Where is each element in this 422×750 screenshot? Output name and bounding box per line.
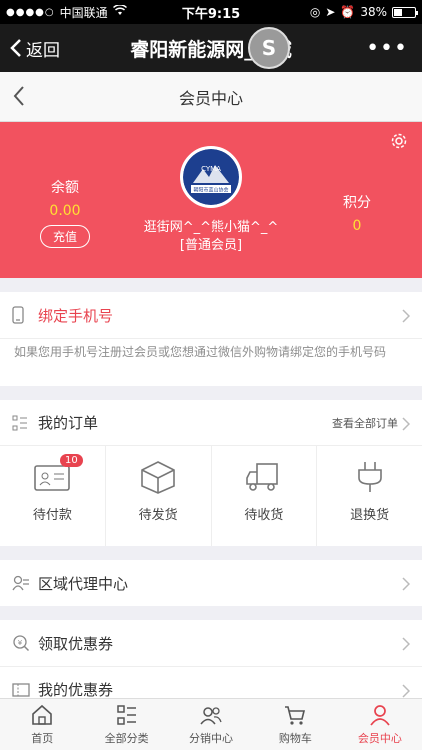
- area-agent-title: 区域代理中心: [38, 574, 129, 593]
- back-label: 返回: [26, 40, 60, 61]
- chevron-left-icon: [13, 86, 24, 106]
- chevron-right-icon: [402, 576, 411, 595]
- truck-icon: [246, 463, 278, 491]
- avatar[interactable]: CYMA 朝阳市蓝山协会: [180, 146, 242, 208]
- bind-phone-description: 如果您用手机号注册过会员或您想通过微信外购物请绑定您的手机号码: [0, 338, 422, 361]
- order-status-label: 待收货: [244, 508, 284, 523]
- order-pending-payment[interactable]: 10 待付款: [0, 446, 106, 546]
- alarm-icon: ⏰: [340, 5, 356, 19]
- tab-label: 首页: [31, 732, 54, 745]
- chevron-left-icon: [10, 39, 21, 57]
- points-label: 积分: [343, 195, 371, 211]
- agent-icon: [12, 574, 34, 592]
- view-all-orders-link[interactable]: 查看全部订单: [332, 415, 398, 431]
- member-level: [普通会员]: [179, 238, 243, 253]
- balance-value: 0.00: [49, 203, 81, 219]
- more-icon[interactable]: •••: [366, 36, 422, 61]
- my-coupon-title: 我的优惠券: [38, 681, 114, 698]
- tab-label: 会员中心: [357, 732, 402, 745]
- area-agent-row[interactable]: 区域代理中心: [0, 560, 422, 606]
- chevron-right-icon: [402, 416, 411, 435]
- svg-text:¥: ¥: [18, 639, 23, 647]
- bind-phone-row[interactable]: 绑定手机号: [0, 292, 422, 338]
- my-coupon-row[interactable]: 我的优惠券: [0, 666, 422, 698]
- chevron-right-icon: [402, 636, 411, 655]
- settings-gear-icon[interactable]: [390, 132, 408, 154]
- battery-icon: [392, 6, 418, 18]
- avatar-logo-text: CYMA: [201, 165, 221, 173]
- points-value: 0: [352, 218, 362, 234]
- recharge-button[interactable]: 充值: [39, 225, 90, 248]
- points-block: 积分 0: [322, 192, 392, 234]
- order-pending-shipment[interactable]: 待发货: [106, 446, 212, 546]
- distribution-icon: [200, 707, 222, 725]
- page-title: 会员中心: [178, 88, 243, 108]
- battery-percent: 38%: [360, 5, 387, 19]
- category-icon: [116, 705, 136, 725]
- plug-icon: [357, 462, 382, 492]
- location-icon: ➤: [325, 5, 336, 19]
- wifi-icon: [112, 4, 127, 19]
- member-icon: [370, 705, 390, 726]
- pending-payment-badge: 10: [60, 454, 83, 467]
- package-icon: [141, 461, 175, 494]
- cart-icon: [285, 706, 306, 725]
- nav-title: 睿阳新能源网_商城: [130, 38, 292, 61]
- tab-categories[interactable]: 全部分类: [84, 699, 168, 750]
- coupon-search-icon: ¥: [12, 634, 34, 652]
- order-pending-receipt[interactable]: 待收货: [212, 446, 318, 546]
- coupon-section: ¥ 领取优惠券 我的优惠券: [0, 620, 422, 698]
- agent-section: 区域代理中心: [0, 560, 422, 606]
- carrier-name: 中国联通: [59, 5, 108, 20]
- bottom-tab-bar: 首页 全部分类 分销中心 购物车 会员中心: [0, 698, 422, 750]
- orders-section: 我的订单 查看全部订单 10 待付款 待发货 待收货 退换货: [0, 400, 422, 546]
- tab-label: 分销中心: [189, 732, 234, 745]
- member-banner: 余额 0.00 充值 CYMA 朝阳市蓝山协会 逛街网^_^熊小猫^_^ [普通…: [0, 122, 422, 278]
- back-button[interactable]: 返回: [0, 36, 60, 61]
- chevron-right-icon: [402, 308, 411, 327]
- order-list-icon: [12, 415, 34, 431]
- signal-icon: ●●●●○: [6, 6, 55, 18]
- orders-header[interactable]: 我的订单 查看全部订单: [0, 400, 422, 446]
- chevron-right-icon: [402, 683, 411, 698]
- lock-rotation-icon: ◎: [309, 5, 321, 19]
- avatar-logo-subtext: 朝阳市蓝山协会: [193, 187, 228, 194]
- balance-label: 余额: [51, 180, 79, 196]
- tab-member-center[interactable]: 会员中心: [338, 699, 422, 750]
- tab-label: 购物车: [278, 732, 312, 745]
- get-coupon-row[interactable]: ¥ 领取优惠券: [0, 620, 422, 666]
- order-status-grid: 10 待付款 待发货 待收货 退换货: [0, 446, 422, 546]
- tab-cart[interactable]: 购物车: [253, 699, 337, 750]
- order-status-label: 待发货: [138, 508, 178, 523]
- tab-distribution[interactable]: 分销中心: [169, 699, 253, 750]
- page-header: 会员中心: [0, 72, 422, 122]
- order-status-label: 待付款: [32, 508, 72, 523]
- order-status-label: 退换货: [350, 508, 390, 523]
- home-icon: [32, 704, 53, 725]
- order-returns[interactable]: 退换货: [317, 446, 422, 546]
- phone-icon: [12, 306, 34, 324]
- bind-phone-title: 绑定手机号: [38, 306, 114, 325]
- nav-bar: 返回 睿阳新能源网_商城 ••• S: [0, 24, 422, 72]
- tab-home[interactable]: 首页: [0, 699, 84, 750]
- bind-phone-section: 绑定手机号 如果您用手机号注册过会员或您想通过微信外购物请绑定您的手机号码: [0, 292, 422, 386]
- balance-block: 余额 0.00 充值: [30, 177, 100, 248]
- orders-title: 我的订单: [38, 414, 99, 432]
- page-back-button[interactable]: [12, 84, 26, 112]
- get-coupon-title: 领取优惠券: [38, 634, 114, 653]
- floating-s-button[interactable]: S: [248, 27, 290, 69]
- coupon-icon: [12, 682, 34, 698]
- username: 逛街网^_^熊小猫^_^: [143, 220, 279, 235]
- status-bar: ●●●●○ 中国联通 下午9:15 ◎ ➤ ⏰ 38%: [0, 0, 422, 24]
- tab-label: 全部分类: [104, 732, 149, 745]
